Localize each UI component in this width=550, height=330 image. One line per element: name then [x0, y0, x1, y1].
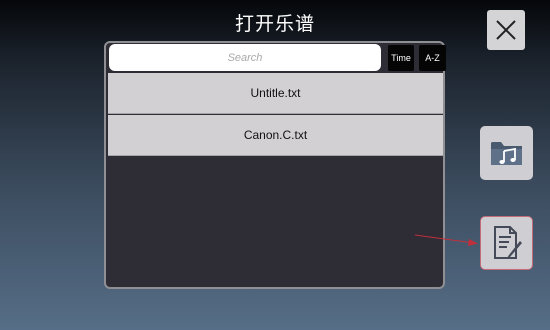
search-input[interactable]: Search — [109, 44, 381, 71]
file-list: Untitle.txt Canon.C.txt — [108, 73, 443, 157]
music-folder-icon — [490, 142, 522, 165]
search-placeholder: Search — [227, 51, 263, 64]
close-icon — [496, 20, 516, 40]
new-score-edit-button[interactable] — [480, 216, 533, 270]
close-button[interactable] — [487, 10, 525, 50]
page-title: 打开乐谱 — [234, 13, 315, 35]
edit-document-icon — [493, 226, 522, 259]
annotation-arrow — [414, 234, 478, 246]
file-browser-panel: Search Time A-Z Untitle.txt Canon.C.txt — [104, 41, 446, 289]
sort-a-z-button[interactable]: A-Z — [419, 45, 446, 71]
file-item-canon[interactable]: Canon.C.txt — [108, 115, 443, 156]
sort-by-time-button[interactable]: Time — [388, 45, 414, 71]
open-music-folder-button[interactable] — [480, 126, 533, 180]
file-item-untitle[interactable]: Untitle.txt — [108, 73, 443, 114]
